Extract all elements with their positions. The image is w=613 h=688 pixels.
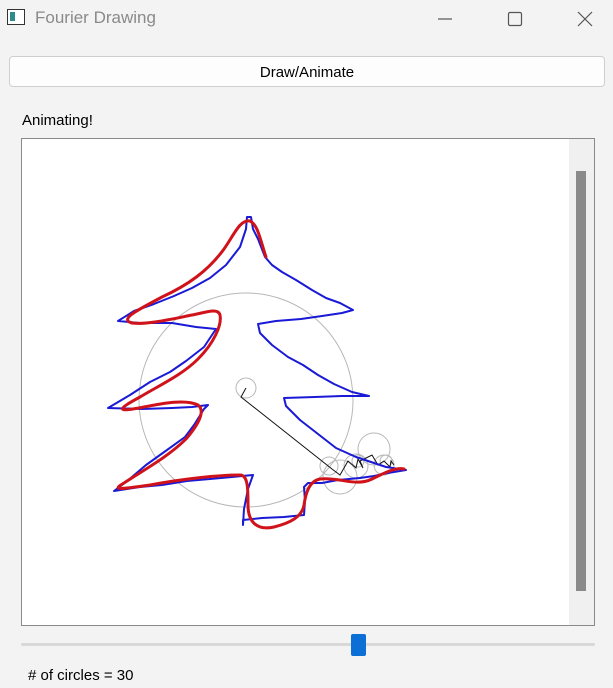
slider-handle[interactable] — [351, 634, 366, 656]
close-icon — [577, 11, 593, 27]
vertical-scrollbar[interactable] — [569, 139, 594, 625]
maximize-icon — [507, 11, 523, 27]
fourier-drawing — [107, 216, 407, 530]
scrollbar-thumb[interactable] — [576, 171, 586, 591]
slider-groove — [21, 643, 595, 646]
draw-animate-button[interactable]: Draw/Animate — [9, 56, 605, 87]
app-icon — [7, 9, 25, 25]
circles-slider[interactable] — [21, 634, 595, 656]
drawn-path — [107, 216, 407, 526]
circles-count-label: # of circles = 30 — [28, 667, 134, 684]
drawing-canvas[interactable] — [21, 138, 595, 626]
window-title: Fourier Drawing — [35, 8, 156, 27]
maximize-button[interactable] — [492, 0, 538, 38]
status-label: Animating! — [22, 112, 93, 129]
minimize-button[interactable] — [422, 0, 468, 38]
minimize-icon — [438, 18, 452, 20]
title-bar: Fourier Drawing — [0, 0, 613, 38]
close-button[interactable] — [562, 0, 608, 38]
traced-path — [116, 219, 406, 530]
